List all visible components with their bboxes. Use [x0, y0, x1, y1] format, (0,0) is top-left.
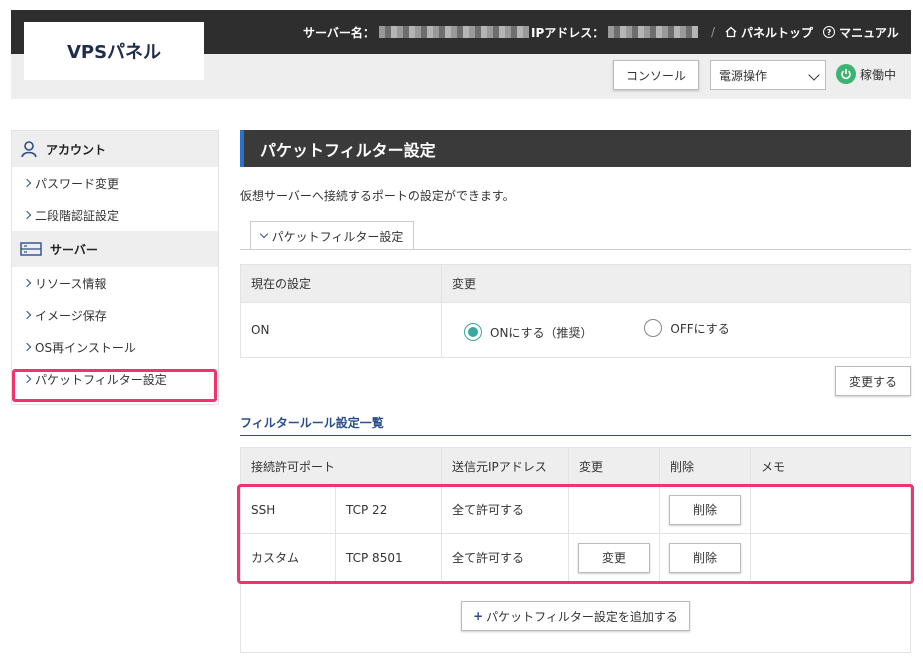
plus-icon: + — [473, 609, 484, 623]
radio-group: ONにする（推奨） OFFにする — [441, 302, 911, 358]
tab-packet-filter[interactable]: パケットフィルター設定 — [250, 221, 414, 250]
chevron-right-icon — [22, 210, 32, 220]
sidebar-item-resource[interactable]: リソース情報 — [12, 267, 218, 299]
ip-label: IPアドレス： — [531, 25, 605, 40]
chevron-down-icon — [259, 229, 268, 239]
radio-on[interactable]: ONにする（推奨） — [464, 323, 593, 341]
server-name-label: サーバー名： — [303, 25, 375, 40]
chevron-right-icon — [22, 278, 32, 288]
ip-masked — [608, 26, 699, 38]
sidebar-section-server: サーバー — [12, 231, 218, 267]
radio-button-checked[interactable] — [464, 323, 482, 341]
page-description: 仮想サーバーへ接続するポートの設定ができます。 — [240, 189, 515, 203]
home-icon — [725, 26, 737, 38]
panel-top-link[interactable]: パネルトップ — [725, 24, 813, 41]
manual-label: マニュアル — [839, 25, 899, 40]
chevron-down-icon — [808, 69, 820, 81]
current-value: ON — [240, 302, 442, 358]
vps-panel-page: サーバー名： IPアドレス： / パネルトップ ? マニュアル VPSパネル コ… — [0, 0, 923, 658]
manual-link[interactable]: ? マニュアル — [823, 24, 899, 41]
sidebar-item-label: パスワード変更 — [35, 176, 120, 191]
sidebar-item-label: リソース情報 — [35, 276, 107, 291]
server-name-masked — [378, 26, 529, 38]
sidebar-item-os-reinstall[interactable]: OS再インストール — [12, 331, 218, 363]
sidebar-item-image[interactable]: イメージ保存 — [12, 299, 218, 331]
sidebar-section-account: アカウント — [12, 131, 218, 167]
radio-button[interactable] — [644, 319, 663, 337]
user-icon — [21, 141, 37, 158]
power-select-value: 電源操作 — [719, 68, 768, 83]
top-links: / パネルトップ ? マニュアル — [701, 10, 899, 54]
sidebar-section-label: アカウント — [46, 142, 107, 157]
sidebar-section-label: サーバー — [50, 242, 98, 257]
col-port: 接続許可ポート — [240, 447, 442, 486]
console-button[interactable]: コンソール — [613, 60, 699, 90]
chevron-right-icon — [22, 178, 32, 188]
separator: / — [711, 25, 716, 39]
chevron-right-icon — [22, 310, 32, 320]
rules-heading: フィルタールール設定一覧 — [240, 414, 911, 436]
status-label: 稼働中 — [860, 67, 897, 82]
power-select[interactable]: 電源操作 — [710, 60, 826, 90]
chevron-right-icon — [22, 342, 32, 352]
col-change: 変更 — [441, 264, 911, 303]
sidebar-item-label: OS再インストール — [35, 340, 136, 355]
server-name-info: サーバー名： — [303, 10, 529, 54]
col-current: 現在の設定 — [240, 264, 442, 303]
col-delete: 削除 — [659, 447, 751, 486]
power-icon — [836, 64, 856, 84]
radio-off[interactable]: OFFにする — [644, 319, 730, 337]
add-filter-label: パケットフィルター設定を追加する — [486, 609, 678, 624]
page-title: パケットフィルター設定 — [240, 130, 911, 167]
server-icon — [20, 242, 42, 256]
sidebar-item-2fa[interactable]: 二段階認証設定 — [12, 199, 218, 231]
sidebar: アカウント パスワード変更 二段階認証設定 サーバー リソース情報 イメージ保存… — [11, 130, 219, 405]
sidebar-item-label: イメージ保存 — [35, 308, 107, 323]
panel-top-label: パネルトップ — [741, 25, 814, 40]
change-button[interactable]: 変更する — [835, 366, 911, 396]
col-edit: 変更 — [568, 447, 660, 486]
col-source: 送信元IPアドレス — [441, 447, 569, 486]
logo[interactable]: VPSパネル — [24, 22, 204, 80]
col-memo: メモ — [750, 447, 911, 486]
power-status: 稼働中 — [836, 64, 896, 84]
tab-label: パケットフィルター設定 — [271, 229, 404, 244]
add-filter-button[interactable]: + パケットフィルター設定を追加する — [461, 601, 690, 631]
sidebar-item-label: 二段階認証設定 — [35, 208, 120, 223]
radio-off-label: OFFにする — [670, 321, 730, 336]
radio-on-label: ONにする（推奨） — [490, 325, 593, 340]
ip-info: IPアドレス： — [531, 10, 699, 54]
help-icon: ? — [823, 26, 836, 38]
highlight-box — [237, 484, 914, 584]
setting-table: 現在の設定 変更 ON ONにする（推奨） OFFにする — [240, 264, 911, 358]
tab-divider — [240, 249, 911, 250]
highlight-box — [12, 369, 217, 402]
sidebar-item-password[interactable]: パスワード変更 — [12, 167, 218, 199]
